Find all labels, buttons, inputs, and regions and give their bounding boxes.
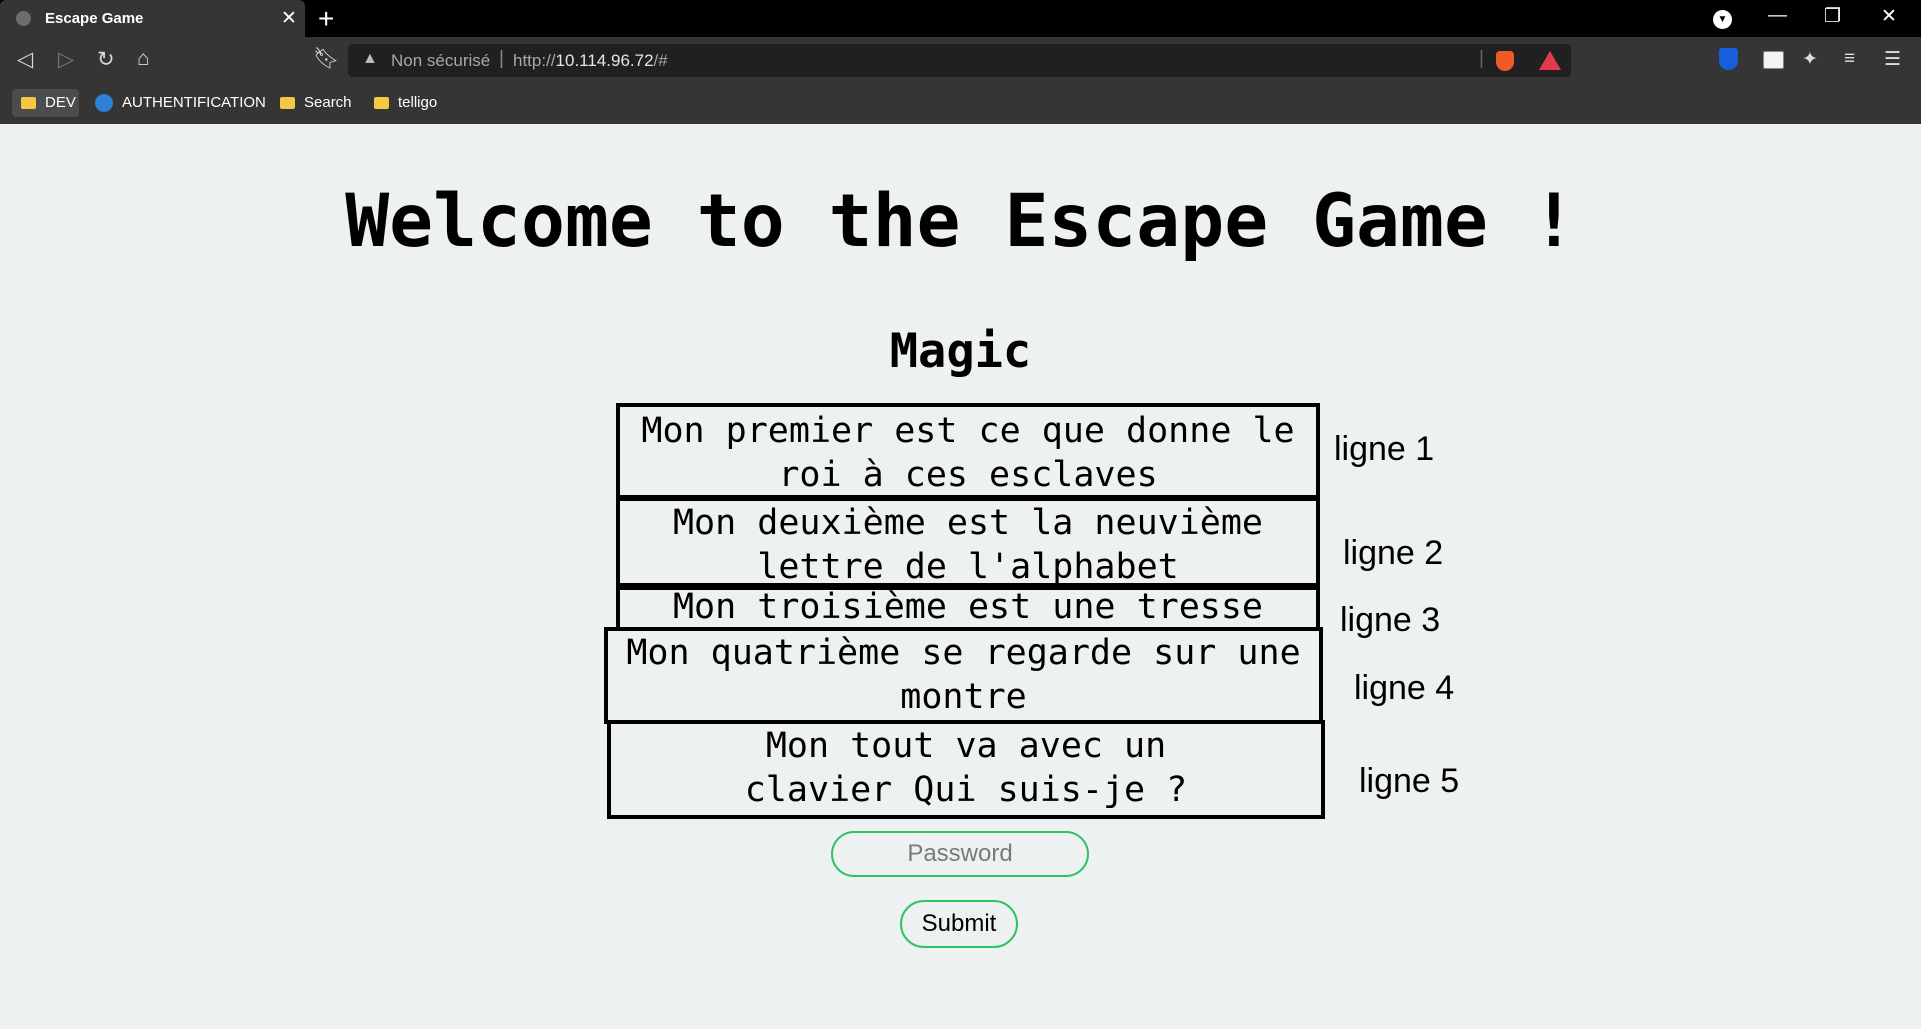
bookmark-label: DEV bbox=[45, 94, 76, 111]
bookmark-search[interactable]: Search bbox=[280, 89, 352, 117]
address-bar[interactable]: ▲ Non sécurisé | http://10.114.96.72/# | bbox=[348, 44, 1571, 77]
tab-title: Escape Game bbox=[45, 10, 144, 27]
folder-icon bbox=[374, 97, 389, 110]
password-input[interactable] bbox=[831, 831, 1089, 877]
url-divider: | bbox=[499, 48, 504, 69]
submit-button[interactable]: Submit bbox=[900, 900, 1018, 948]
new-tab-button[interactable]: + bbox=[318, 3, 334, 35]
riddle-label-2: ligne 2 bbox=[1343, 534, 1444, 572]
warning-icon: ▲ bbox=[362, 50, 378, 67]
riddle-label-1: ligne 1 bbox=[1334, 430, 1435, 468]
url-host: 10.114.96.72 bbox=[555, 51, 654, 70]
bookmark-telligo[interactable]: telligo bbox=[374, 89, 437, 117]
restore-icon[interactable]: ❐ bbox=[1824, 5, 1841, 28]
back-icon[interactable]: ◁ bbox=[17, 47, 33, 72]
site-icon bbox=[95, 94, 113, 113]
puzzle-extensions-icon[interactable]: ✦ bbox=[1802, 48, 1818, 71]
tab-strip: Escape Game ✕ + ▼ — ❐ ✕ bbox=[0, 0, 1921, 37]
bookmark-dev[interactable]: DEV bbox=[12, 89, 79, 117]
url-divider-right: | bbox=[1479, 48, 1484, 69]
riddle-label-4: ligne 4 bbox=[1354, 669, 1455, 707]
url-path: /# bbox=[653, 51, 668, 70]
riddle-box-1: Mon premier est ce que donne le roi à ce… bbox=[616, 403, 1320, 499]
globe-icon bbox=[16, 11, 31, 26]
bookmark-icon[interactable]: 🔖︎ bbox=[313, 47, 340, 71]
minimize-icon[interactable]: — bbox=[1768, 5, 1787, 27]
active-tab[interactable]: Escape Game ✕ bbox=[0, 0, 305, 37]
close-tab-icon[interactable]: ✕ bbox=[281, 7, 297, 30]
brave-shield-icon[interactable] bbox=[1496, 51, 1514, 71]
playlist-icon[interactable]: ≡ bbox=[1844, 48, 1855, 70]
close-window-icon[interactable]: ✕ bbox=[1881, 5, 1897, 28]
riddle-label-3: ligne 3 bbox=[1340, 601, 1441, 639]
riddle-box-2: Mon deuxième est la neuvième lettre de l… bbox=[616, 497, 1320, 587]
page-title: Welcome to the Escape Game ! bbox=[345, 179, 1576, 264]
riddle-box-5: Mon tout va avec un clavier Qui suis-je … bbox=[607, 720, 1325, 819]
page-subtitle: Magic bbox=[889, 324, 1032, 379]
bookmark-label: Search bbox=[304, 94, 352, 111]
folder-icon bbox=[280, 97, 295, 110]
bookmark-label: AUTHENTIFICATION bbox=[122, 94, 266, 111]
bitwarden-extension-icon[interactable] bbox=[1719, 48, 1738, 70]
url-scheme: http:// bbox=[513, 51, 556, 70]
page-content: Welcome to the Escape Game ! Magic Mon p… bbox=[0, 124, 1921, 1029]
riddle-box-3: Mon troisième est une tresse bbox=[616, 586, 1320, 631]
reload-icon[interactable]: ↻ bbox=[97, 47, 115, 72]
bookmark-authentification[interactable]: AUTHENTIFICATION bbox=[95, 89, 266, 117]
home-icon[interactable]: ⌂ bbox=[137, 47, 150, 71]
brave-rewards-icon[interactable] bbox=[1539, 51, 1561, 70]
folder-icon bbox=[21, 97, 36, 110]
tab-search-icon[interactable]: ▼ bbox=[1713, 10, 1732, 29]
forward-icon[interactable]: ▷ bbox=[58, 47, 74, 72]
bookmarks-bar: DEV AUTHENTIFICATION Search telligo bbox=[0, 83, 1921, 124]
picture-extension-icon[interactable] bbox=[1763, 51, 1784, 69]
insecure-label: Non sécurisé bbox=[391, 51, 491, 70]
riddle-label-5: ligne 5 bbox=[1359, 762, 1460, 800]
url-text: http://10.114.96.72/# bbox=[513, 51, 668, 71]
browser-toolbar: ◁ ▷ ↻ ⌂ 🔖︎ ▲ Non sécurisé | http://10.11… bbox=[0, 37, 1921, 83]
bookmark-label: telligo bbox=[398, 94, 438, 111]
riddle-box-4: Mon quatrième se regarde sur une montre bbox=[604, 627, 1323, 724]
menu-icon[interactable]: ☰ bbox=[1884, 48, 1901, 71]
